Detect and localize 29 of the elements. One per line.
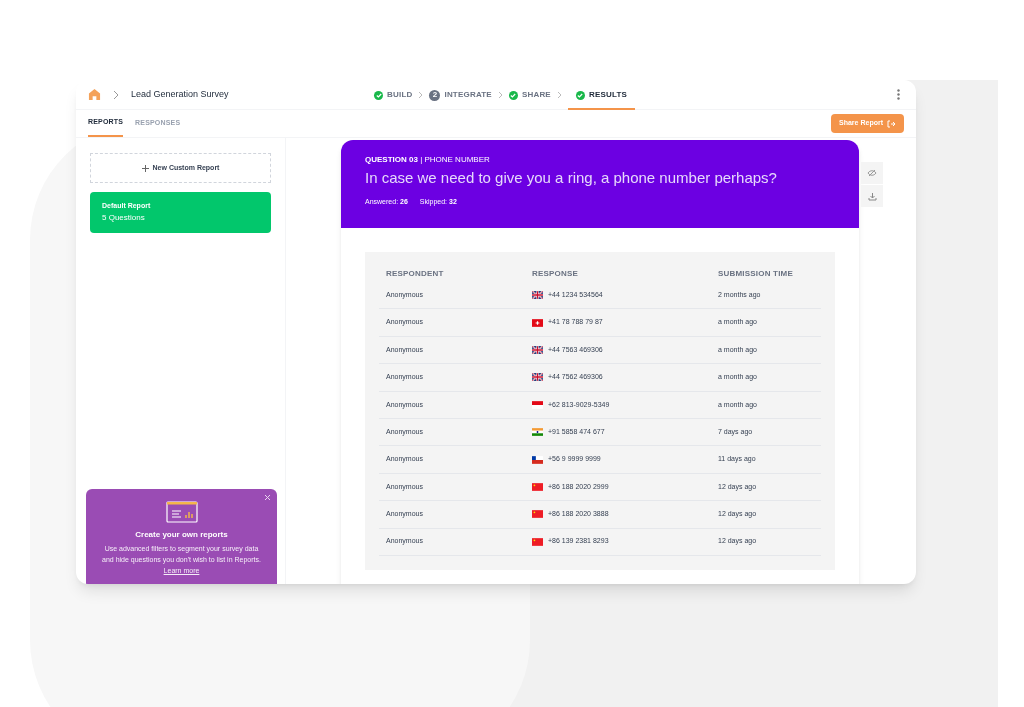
tip-title: Create your own reports — [135, 529, 228, 541]
step-tab[interactable]: BUILD — [374, 80, 413, 110]
column-header: RESPONSE — [532, 268, 580, 280]
plus-icon — [141, 164, 149, 172]
question-text: In case we need to give you a ring, a phone number perhaps? — [365, 168, 778, 188]
check-icon — [575, 90, 585, 100]
eye-off-icon — [867, 169, 877, 177]
column-header: RESPONDENT — [385, 268, 445, 280]
home-icon[interactable] — [88, 88, 101, 101]
survey-title: Lead Generation Survey — [131, 87, 229, 101]
step-tab[interactable]: 2 INTEGRATE — [429, 80, 492, 110]
chevron-right-icon — [556, 91, 562, 99]
check-icon — [374, 90, 383, 100]
step-tab[interactable]: SHARE — [508, 80, 551, 110]
download-button[interactable] — [861, 185, 883, 207]
chevron-right-icon — [113, 89, 119, 100]
share-icon — [887, 119, 896, 128]
chevron-right-icon — [497, 91, 503, 99]
report-chart-icon — [165, 501, 198, 523]
column-header: SUBMISSION TIME — [718, 268, 794, 280]
more-icon[interactable] — [897, 89, 900, 100]
close-icon[interactable] — [264, 494, 271, 501]
question-label: QUESTION 03 | PHONE NUMBER — [365, 155, 491, 164]
step-number: 2 — [429, 89, 441, 101]
step-tab[interactable]: RESULTS — [567, 80, 636, 110]
hide-button[interactable] — [861, 162, 883, 184]
check-icon — [508, 90, 518, 100]
chevron-right-icon — [418, 91, 424, 99]
download-icon — [867, 191, 877, 201]
